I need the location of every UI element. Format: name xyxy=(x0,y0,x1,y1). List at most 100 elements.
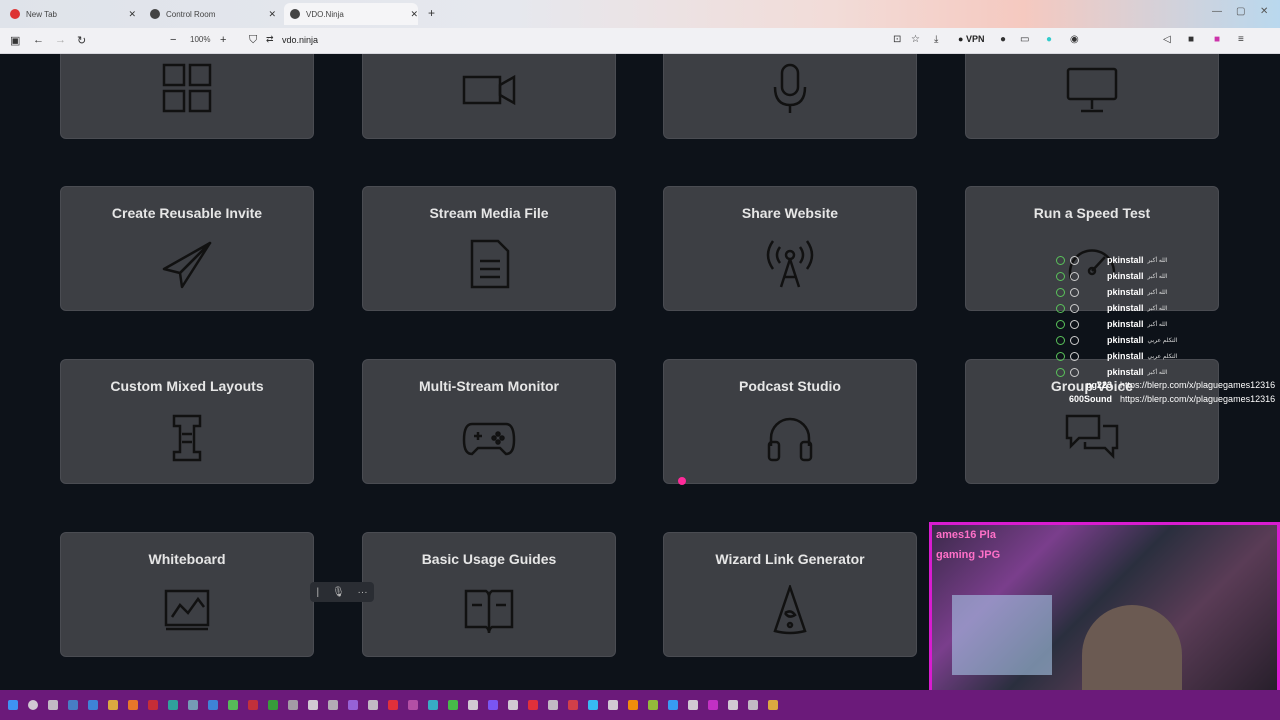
app-icon[interactable] xyxy=(208,700,218,710)
sidebar-toggle-icon[interactable]: ▣ xyxy=(10,34,20,47)
card-create-reusable-invite[interactable]: Create Reusable Invite xyxy=(60,186,314,311)
app-icon[interactable] xyxy=(348,700,358,710)
back-icon[interactable]: ← xyxy=(33,34,44,46)
card-video[interactable] xyxy=(362,54,616,139)
app-icon[interactable] xyxy=(528,700,538,710)
url-field[interactable]: vdo.ninja xyxy=(282,35,318,45)
close-window-icon[interactable]: ✕ xyxy=(1260,6,1268,17)
app-icon[interactable] xyxy=(248,700,258,710)
app-icon[interactable] xyxy=(308,700,318,710)
app-icon[interactable] xyxy=(668,700,678,710)
app-icon[interactable] xyxy=(648,700,658,710)
card-multi-stream-monitor[interactable]: Multi-Stream Monitor xyxy=(362,359,616,484)
chat-message: pkinstall الله أكبر xyxy=(1056,316,1280,332)
chat-username: pkinstall xyxy=(1107,287,1144,297)
app-icon[interactable] xyxy=(588,700,598,710)
badge-icon xyxy=(1056,287,1065,297)
app-icon[interactable] xyxy=(468,700,478,710)
close-icon[interactable]: ✕ xyxy=(268,9,276,20)
close-icon[interactable]: ✕ xyxy=(128,9,136,20)
app-icon[interactable] xyxy=(548,700,558,710)
extension-icon[interactable]: ■ xyxy=(1214,34,1220,45)
extension-icon[interactable]: ■ xyxy=(1188,34,1194,45)
maximize-icon[interactable]: ▢ xyxy=(1236,6,1245,17)
card-grid[interactable] xyxy=(60,54,314,139)
app-icon[interactable] xyxy=(388,700,398,710)
wallet-icon[interactable]: ▭ xyxy=(1020,34,1029,45)
app-icon[interactable] xyxy=(228,700,238,710)
chat-link[interactable]: https://blerp.com/x/plaguegames12316 xyxy=(1120,380,1275,390)
search-icon[interactable] xyxy=(28,700,38,710)
bookmark-icon[interactable]: ☆ xyxy=(911,34,920,45)
app-icon[interactable] xyxy=(628,700,638,710)
card-title: Custom Mixed Layouts xyxy=(110,378,264,394)
volume-icon[interactable]: ◁ xyxy=(1163,34,1171,45)
app-icon[interactable] xyxy=(488,700,498,710)
app-icon[interactable] xyxy=(688,700,698,710)
card-custom-mixed-layouts[interactable]: Custom Mixed Layouts xyxy=(60,359,314,484)
app-icon[interactable] xyxy=(708,700,718,710)
reload-icon[interactable]: ↻ xyxy=(77,34,86,47)
app-icon[interactable] xyxy=(168,700,178,710)
app-icon[interactable] xyxy=(428,700,438,710)
app-icon[interactable] xyxy=(128,700,138,710)
card-whiteboard[interactable]: Whiteboard xyxy=(60,532,314,657)
tab-vdo-ninja[interactable]: VDO.Ninja ✕ xyxy=(284,3,418,25)
site-settings-icon[interactable]: ⇄ xyxy=(266,34,274,45)
text-cursor-icon[interactable]: | xyxy=(316,587,319,598)
zoom-out-icon[interactable]: − xyxy=(170,34,176,46)
more-icon[interactable]: ··· xyxy=(358,587,368,598)
start-icon[interactable] xyxy=(8,700,18,710)
whiteboard-icon xyxy=(160,585,214,637)
vpn-button[interactable]: ● VPN xyxy=(958,34,984,44)
zoom-in-icon[interactable]: + xyxy=(220,34,226,46)
app-icon[interactable] xyxy=(608,700,618,710)
app-icon[interactable] xyxy=(68,700,78,710)
forward-icon[interactable]: → xyxy=(55,34,66,46)
new-tab-icon[interactable]: + xyxy=(428,6,435,20)
app-icon[interactable] xyxy=(508,700,518,710)
chat-link[interactable]: https://blerp.com/x/plaguegames12316 xyxy=(1120,394,1275,404)
chat-message: pkinstall التكلم عربي xyxy=(1056,332,1280,348)
app-icon[interactable] xyxy=(288,700,298,710)
app-icon[interactable] xyxy=(448,700,458,710)
extension-icon[interactable]: ● xyxy=(1046,34,1052,45)
app-icon[interactable] xyxy=(148,700,158,710)
security-shield-icon[interactable]: ⛉ xyxy=(249,34,257,47)
tab-new-tab[interactable]: New Tab ✕ xyxy=(4,3,136,25)
app-icon[interactable] xyxy=(188,700,198,710)
app-icon[interactable] xyxy=(268,700,278,710)
card-share-website[interactable]: Share Website xyxy=(663,186,917,311)
card-basic-usage-guides[interactable]: Basic Usage Guides xyxy=(362,532,616,657)
app-icon[interactable] xyxy=(728,700,738,710)
app-icon[interactable] xyxy=(88,700,98,710)
camera-icon[interactable]: ◉ xyxy=(1070,34,1079,45)
microphone-icon[interactable]: 🎙 xyxy=(332,587,345,598)
card-screen[interactable] xyxy=(965,54,1219,139)
app-icon[interactable] xyxy=(568,700,578,710)
card-wizard-link-generator[interactable]: Wizard Link Generator xyxy=(663,532,917,657)
card-audio[interactable] xyxy=(663,54,917,139)
menu-icon[interactable]: ≡ xyxy=(1238,34,1244,45)
card-stream-media-file[interactable]: Stream Media File xyxy=(362,186,616,311)
extension-icon[interactable]: ● xyxy=(1000,34,1006,45)
screenshot-icon[interactable]: ⊡ xyxy=(893,34,901,45)
tab-control-room[interactable]: Control Room ✕ xyxy=(144,3,276,25)
task-view-icon[interactable] xyxy=(48,700,58,710)
chat-text: الله أكبر xyxy=(1147,321,1168,328)
app-icon[interactable] xyxy=(408,700,418,710)
tab-label: VDO.Ninja xyxy=(306,9,344,19)
app-icon[interactable] xyxy=(748,700,758,710)
app-icon[interactable] xyxy=(328,700,338,710)
close-icon[interactable]: ✕ xyxy=(410,9,418,20)
folder-icon[interactable] xyxy=(108,700,118,710)
badge-icon xyxy=(1056,271,1065,281)
ninja-logo-icon xyxy=(290,9,300,19)
download-icon[interactable]: ⤓ xyxy=(934,34,938,45)
app-icon[interactable] xyxy=(368,700,378,710)
minimize-icon[interactable]: — xyxy=(1212,6,1222,17)
user-icon xyxy=(1070,287,1079,297)
card-podcast-studio[interactable]: Podcast Studio xyxy=(663,359,917,484)
app-icon[interactable] xyxy=(768,700,778,710)
chat-username: pkinstall xyxy=(1107,271,1144,281)
